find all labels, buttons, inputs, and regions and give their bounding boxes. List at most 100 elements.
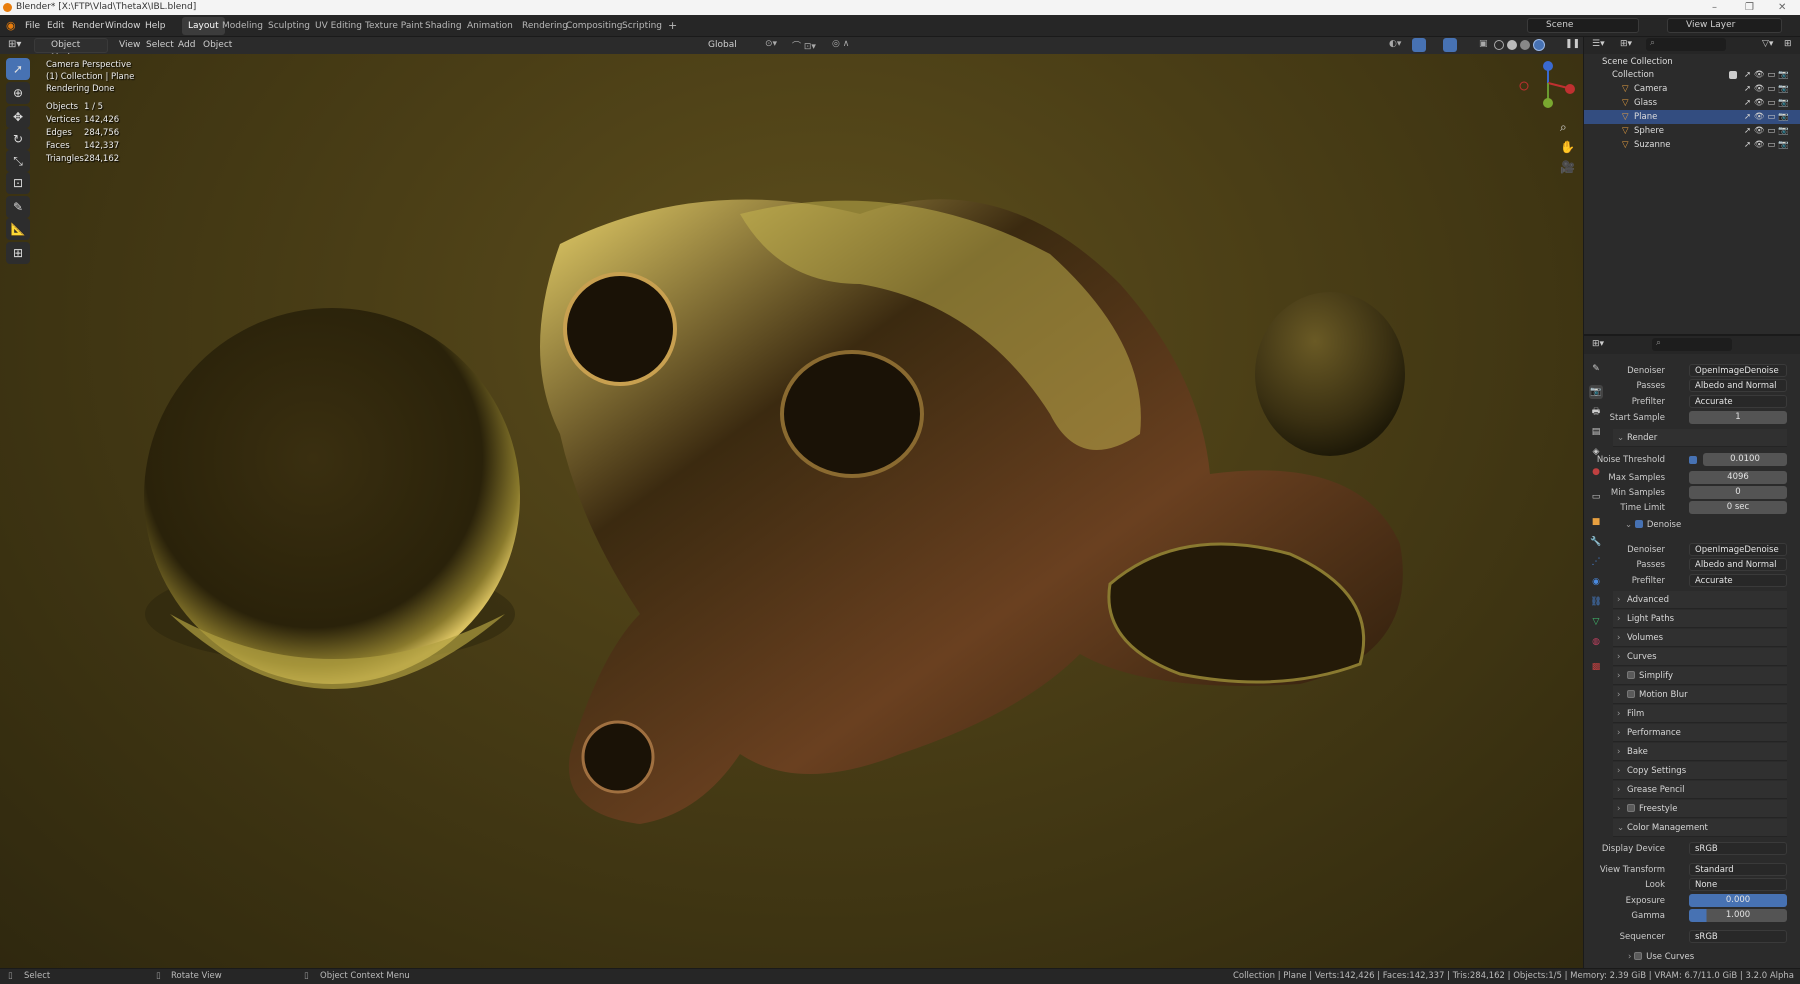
menu-select[interactable]: Select (146, 40, 174, 50)
denoise-checkbox[interactable] (1634, 520, 1643, 528)
transform-tool[interactable]: ⊡ (6, 172, 30, 194)
denoiser-dropdown[interactable]: OpenImageDenoise (1689, 364, 1787, 377)
zoom-icon[interactable]: ⌕ (1560, 120, 1567, 135)
proportional-edit-icon[interactable]: ◎ ∧ (832, 39, 849, 49)
noise-threshold-field[interactable]: 0.0100 (1703, 453, 1787, 466)
denoise-subpanel-header[interactable]: ⌄ Denoise (1625, 520, 1681, 530)
section-bake[interactable]: › Bake (1613, 743, 1787, 761)
section-freestyle[interactable]: › Freestyle (1613, 800, 1787, 818)
outliner-item-camera[interactable]: ▽ Camera ➚ 👁 ▭ 📷 (1584, 82, 1800, 96)
display-device-dropdown[interactable]: sRGB (1689, 842, 1787, 855)
mode-dropdown[interactable]: Object Mode (34, 38, 108, 63)
menu-view[interactable]: View (119, 40, 140, 50)
gizmo-toggle-icon[interactable] (1412, 38, 1426, 52)
move-tool[interactable]: ✥ (6, 106, 30, 128)
menu-window[interactable]: Window (105, 15, 141, 37)
tab-scripting[interactable]: Scripting (616, 17, 668, 35)
annotate-tool[interactable]: ✎ (6, 196, 30, 218)
checkbox-icon[interactable] (1729, 71, 1737, 79)
min-samples-field[interactable]: 0 (1689, 486, 1787, 499)
restrict-icons[interactable]: ➚ 👁 ▭ 📷 (1744, 110, 1789, 124)
menu-edit[interactable]: Edit (47, 15, 64, 37)
freestyle-checkbox[interactable] (1627, 804, 1635, 812)
solid-shading-icon[interactable] (1507, 40, 1517, 50)
editor-type-icon[interactable]: ⊞▾ (8, 39, 21, 50)
visibility-icon[interactable]: ◐▾ (1389, 39, 1401, 49)
xray-icon[interactable]: ▣ (1479, 39, 1488, 49)
menu-add[interactable]: Add (178, 40, 195, 50)
rotate-tool[interactable]: ↻ (6, 128, 30, 150)
menu-file[interactable]: File (25, 15, 40, 37)
section-copy-settings[interactable]: › Copy Settings (1613, 762, 1787, 780)
exposure-field[interactable]: 0.000 (1689, 894, 1787, 907)
passes-dropdown[interactable]: Albedo and Normal (1689, 379, 1787, 392)
cursor-tool[interactable]: ⊕ (6, 82, 30, 104)
section-simplify[interactable]: › Simplify (1613, 667, 1787, 685)
outliner-item-sphere[interactable]: ▽ Sphere ➚ 👁 ▭ 📷 (1584, 124, 1800, 138)
snap-icon[interactable]: ⌒ ⊡▾ (792, 39, 816, 52)
transform-orientation-dropdown[interactable]: Global (708, 40, 737, 50)
section-color-management[interactable]: ⌄ Color Management (1613, 819, 1787, 837)
outliner-item-suzanne[interactable]: ▽ Suzanne ➚ 👁 ▭ 📷 (1584, 138, 1800, 152)
restrict-icons[interactable]: ➚ 👁 ▭ 📷 (1744, 82, 1789, 96)
view-transform-dropdown[interactable]: Standard (1689, 863, 1787, 876)
texture-tab-icon[interactable]: ▩ (1589, 660, 1603, 674)
data-tab-icon[interactable]: ▽ (1589, 615, 1603, 629)
display-mode-icon[interactable]: ⊞▾ (1620, 39, 1632, 49)
look-dropdown[interactable]: None (1689, 878, 1787, 891)
measure-tool[interactable]: 📐 (6, 218, 30, 240)
scene-selector[interactable]: Scene (1527, 18, 1639, 33)
noise-threshold-checkbox[interactable] (1689, 456, 1697, 464)
outliner-item-glass[interactable]: ▽ Glass ➚ 👁 ▭ 📷 (1584, 96, 1800, 110)
view-layer-selector[interactable]: View Layer (1667, 18, 1782, 33)
maximize-button[interactable]: ❐ (1745, 0, 1754, 15)
simplify-checkbox[interactable] (1627, 671, 1635, 679)
section-light-paths[interactable]: › Light Paths (1613, 610, 1787, 628)
rendered-shading-icon[interactable] (1533, 39, 1545, 51)
denoise-passes-dropdown[interactable]: Albedo and Normal (1689, 558, 1787, 571)
select-box-tool[interactable]: ➚ (6, 58, 30, 80)
restrict-icons[interactable]: ➚ 👁 ▭ 📷 (1744, 96, 1789, 110)
advanced-subpanel-header[interactable]: › Advanced (1613, 591, 1787, 609)
menu-object[interactable]: Object (203, 40, 232, 50)
outliner-item-plane[interactable]: ▽ Plane ➚ 👁 ▭ 📷 (1584, 110, 1800, 124)
properties-search-input[interactable]: ⌕ (1652, 338, 1732, 351)
blender-menu-icon[interactable]: ◉ (6, 15, 16, 37)
view-layer-tab-icon[interactable]: ▤ (1589, 425, 1603, 439)
use-curves-checkbox[interactable] (1634, 952, 1643, 960)
material-shading-icon[interactable] (1520, 40, 1530, 50)
outliner-search-input[interactable]: ⌕ (1646, 38, 1726, 51)
visibility-eye-icons[interactable]: ➚ 👁 ▭ 📷 (1744, 68, 1789, 82)
camera-view-icon[interactable]: 🎥 (1560, 160, 1575, 174)
section-motion-blur[interactable]: › Motion Blur (1613, 686, 1787, 704)
material-tab-icon[interactable]: ◍ (1589, 635, 1603, 649)
constraints-tab-icon[interactable]: ⛓ (1589, 595, 1603, 609)
navigation-gizmo[interactable] (1510, 58, 1580, 108)
menu-help[interactable]: Help (145, 15, 166, 37)
outliner-collection[interactable]: Collection ➚ 👁 ▭ 📷 (1584, 68, 1800, 82)
gamma-slider[interactable]: 1.000 (1689, 909, 1787, 922)
add-workspace-button[interactable]: + (662, 17, 683, 35)
denoise-prefilter-dropdown[interactable]: Accurate (1689, 574, 1787, 587)
prefilter-dropdown[interactable]: Accurate (1689, 395, 1787, 408)
start-sample-field[interactable]: 1 (1689, 411, 1787, 424)
scale-tool[interactable]: ⤡ (6, 150, 30, 172)
outliner-scene-collection[interactable]: Scene Collection (1584, 55, 1800, 69)
tab-animation[interactable]: Animation (461, 17, 519, 35)
wireframe-shading-icon[interactable] (1494, 40, 1504, 50)
close-button[interactable]: ✕ (1778, 0, 1786, 15)
section-film[interactable]: › Film (1613, 705, 1787, 723)
tab-sculpting[interactable]: Sculpting (262, 17, 316, 35)
section-curves[interactable]: › Curves (1613, 648, 1787, 666)
overlay-toggle-icon[interactable] (1443, 38, 1457, 52)
new-collection-icon[interactable]: ⊞ (1784, 39, 1792, 49)
max-samples-field[interactable]: 4096 (1689, 471, 1787, 484)
minimize-button[interactable]: – (1712, 0, 1717, 15)
section-grease-pencil[interactable]: › Grease Pencil (1613, 781, 1787, 799)
section-volumes[interactable]: › Volumes (1613, 629, 1787, 647)
menu-render[interactable]: Render (72, 15, 104, 37)
pause-render-icon[interactable]: ❚❚ (1565, 39, 1580, 49)
3d-viewport[interactable]: ➚ ⊕ ✥ ↻ ⤡ ⊡ ✎ 📐 ⊞ Camera Perspective (1)… (0, 54, 1583, 968)
render-subpanel-header[interactable]: ⌄ Render (1613, 429, 1787, 447)
pivot-icon[interactable]: ⊙▾ (765, 39, 777, 49)
